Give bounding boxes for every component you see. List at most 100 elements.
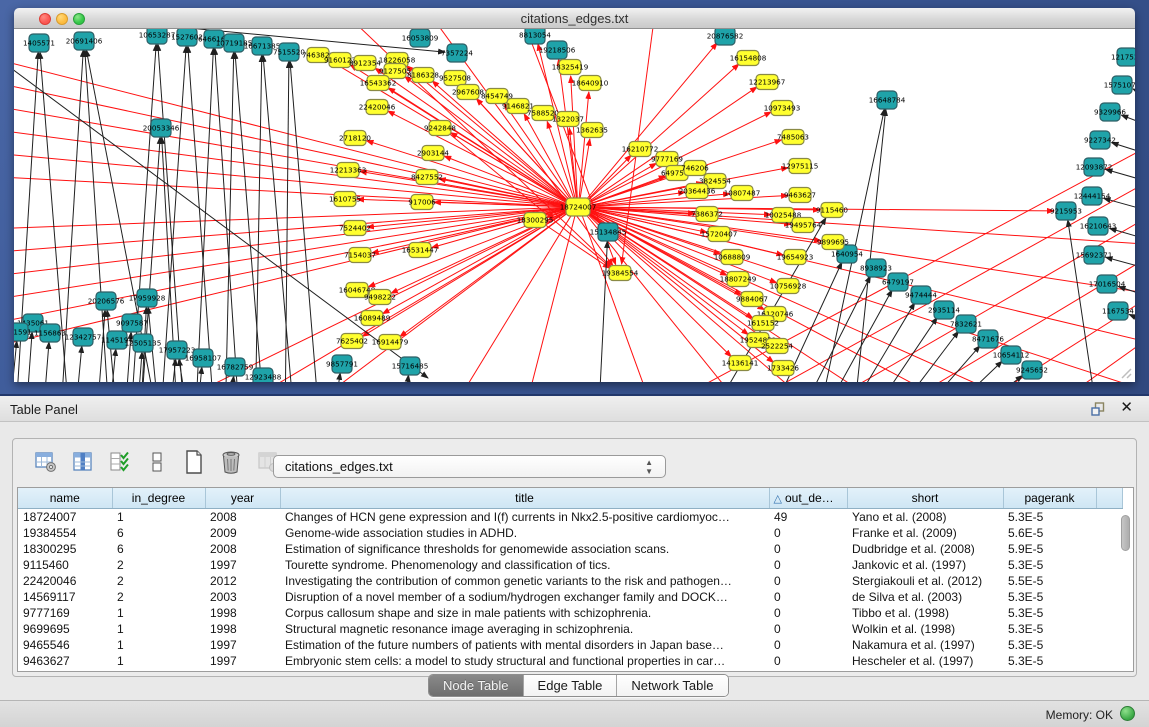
column-header-short[interactable]: short [847,488,1003,509]
graph-node[interactable]: 9527508 [439,71,471,86]
graph-node[interactable]: 9215953 [1050,202,1082,220]
table-cell[interactable]: Franke et al. (2009) [847,525,1003,541]
graph-node[interactable]: 20206576 [88,292,125,310]
graph-node[interactable]: 1362635 [576,123,608,138]
table-cell[interactable]: 9115460 [18,557,112,573]
citation-edge-black[interactable] [195,48,213,382]
column-header-pagerank[interactable]: pagerank [1003,488,1096,509]
graph-node[interactable]: 17016504 [1089,275,1126,293]
citation-edge-black[interactable] [332,373,340,382]
table-cell[interactable]: 9463627 [18,653,112,669]
dropdown-stepper-icon[interactable]: ▲▼ [645,458,653,476]
table-cell[interactable]: 0 [769,541,847,557]
table-cell[interactable]: 6 [112,541,205,557]
table-settings-icon[interactable] [33,449,59,475]
graph-node[interactable]: 2935114 [928,301,960,319]
graph-node[interactable]: 1322037 [552,112,584,127]
table-cell[interactable]: 0 [769,557,847,573]
table-cell[interactable]: 0 [769,589,847,605]
graph-node[interactable]: 2903144 [417,146,449,161]
graph-node[interactable]: 8427552 [411,170,443,185]
tab-node-table[interactable]: Node Table [429,675,524,696]
table-cell[interactable]: 2 [112,589,205,605]
table-cell[interactable]: 5.5E-5 [1003,573,1096,589]
table-cell[interactable]: 5.3E-5 [1003,637,1096,653]
table-cell[interactable]: 0 [769,605,847,621]
graph-node[interactable]: 8912354 [349,56,381,71]
table-cell[interactable]: Embryonic stem cells: a model to study s… [280,653,769,669]
citation-edge-red[interactable] [585,43,717,201]
citation-edge-black[interactable] [158,44,185,382]
graph-node[interactable]: 12093872 [1076,158,1113,176]
table-cell[interactable]: 5.3E-5 [1003,509,1096,526]
table-cell[interactable]: 1 [112,621,205,637]
table-cell[interactable]: 5.3E-5 [1003,557,1096,573]
citation-edge-red[interactable] [14,208,567,305]
vertical-scrollbar[interactable] [1120,512,1131,670]
table-cell[interactable]: 49 [769,509,847,526]
table-cell[interactable]: Tibbo et al. (1998) [847,605,1003,621]
citation-edge-black[interactable] [1129,314,1135,328]
graph-node[interactable]: 7357224 [441,44,473,62]
graph-node[interactable]: 6479197 [882,273,914,291]
table-cell[interactable]: 1 [112,605,205,621]
table-cell[interactable]: 6 [112,525,205,541]
table-cell[interactable]: Tourette syndrome. Phenomenology and cla… [280,557,769,573]
close-panel-icon[interactable]: ✕ [1120,400,1133,416]
table-cell[interactable]: 1997 [205,653,280,669]
column-header-year[interactable]: year [205,488,280,509]
table-row[interactable]: 946554611997Estimation of the future num… [18,637,1122,653]
table-cell[interactable]: 0 [769,525,847,541]
graph-node[interactable]: 7524402 [339,221,371,236]
graph-node[interactable]: 18325419 [552,60,589,75]
citation-edge-black[interactable] [74,346,82,382]
table-cell[interactable]: 2 [112,573,205,589]
graph-node[interactable]: 1615152 [747,316,779,331]
table-row[interactable]: 977716911998Corpus callosum shape and si… [18,605,1122,621]
delete-table-icon[interactable] [218,449,244,475]
citation-edge-red[interactable] [588,211,1000,382]
graph-node[interactable]: 9884067 [736,292,768,307]
table-cell[interactable]: 2009 [205,525,280,541]
citation-edge-red[interactable] [587,87,757,203]
table-cell[interactable]: 5.9E-5 [1003,541,1096,557]
table-cell[interactable]: 14569117 [18,589,112,605]
table-cell[interactable]: Changes of HCN gene expression and I(f) … [280,509,769,526]
table-cell[interactable]: 5.3E-5 [1003,589,1096,605]
table-cell[interactable]: 0 [769,653,847,669]
graph-node[interactable]: 8471676 [972,330,1004,348]
table-cell[interactable]: Structural magnetic resonance image aver… [280,621,769,637]
memory-ok-indicator[interactable] [1120,706,1135,721]
graph-node[interactable]: 15692371 [1076,246,1113,264]
table-cell[interactable]: 1997 [205,637,280,653]
column-header-title[interactable]: title [280,488,769,509]
graph-node[interactable]: 16648784 [869,91,906,109]
table-cell[interactable]: 0 [769,621,847,637]
table-cell[interactable]: 19384554 [18,525,112,541]
table-cell[interactable]: 1998 [205,621,280,637]
row-height-icon[interactable] [144,449,170,475]
citation-edge-black[interactable] [1110,228,1135,243]
citation-edge-red[interactable] [586,155,631,201]
graph-node[interactable]: 2522254 [761,339,793,354]
table-row[interactable]: 1830029562008Estimation of significance … [18,541,1122,557]
graph-node[interactable]: 8813054 [519,29,551,44]
citation-edge-black[interactable] [402,375,409,382]
table-row[interactable]: 1456911722003Disruption of a novel membe… [18,589,1122,605]
network-table-dropdown[interactable]: citations_edges.txt▲▼ [273,455,666,478]
citation-edge-black[interactable] [1104,198,1135,214]
table-cell[interactable]: 5.6E-5 [1003,525,1096,541]
tab-edge-table[interactable]: Edge Table [524,675,618,696]
graph-node[interactable]: 19384554 [602,266,639,281]
citation-edge-black[interactable] [858,317,937,382]
citation-edge-black[interactable] [42,342,49,382]
graph-node[interactable]: 10653287 [139,29,176,44]
table-cell[interactable]: 1997 [205,557,280,573]
graph-node[interactable]: 9899695 [817,235,849,250]
graph-node[interactable]: 746206 [681,161,709,176]
tab-network-table[interactable]: Network Table [617,675,727,696]
table-cell[interactable]: 5.3E-5 [1003,605,1096,621]
table-cell[interactable]: 2008 [205,509,280,526]
table-cell[interactable]: 2003 [205,589,280,605]
citation-edge-red[interactable] [589,209,1135,345]
